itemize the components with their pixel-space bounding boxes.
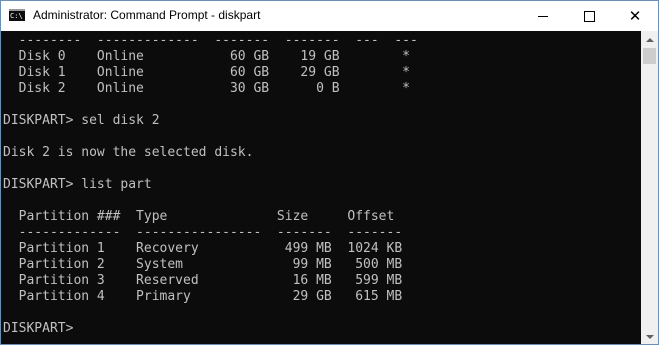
minimize-icon (538, 16, 548, 17)
window-title: Administrator: Command Prompt - diskpart (33, 8, 261, 22)
close-icon: ✕ (628, 6, 642, 25)
chevron-up-icon (645, 37, 654, 42)
vertical-scrollbar[interactable] (641, 31, 658, 344)
console-line: Disk 1 Online 60 GB 29 GB * (3, 65, 410, 80)
console-line: Partition 1 Recovery 499 MB 1024 KB (3, 241, 403, 256)
console-line: Disk 2 is now the selected disk. (3, 145, 254, 160)
command-prompt-icon[interactable]: C:\ (9, 9, 25, 21)
maximize-button[interactable] (566, 1, 612, 31)
command-prompt-window: C:\ Administrator: Command Prompt - disk… (0, 0, 659, 345)
console-line: DISKPART> list part (3, 177, 152, 192)
scroll-down-button[interactable] (641, 328, 658, 344)
console-line: Partition ### Type Size Offset (3, 209, 395, 224)
scroll-thumb[interactable] (643, 48, 656, 64)
console-output[interactable]: -------- ------------- ------- ------- -… (1, 31, 641, 344)
console-line: Partition 2 System 99 MB 500 MB (3, 257, 403, 272)
prompt-line[interactable]: DISKPART> (3, 321, 73, 337)
console-line: Partition 4 Primary 29 GB 615 MB (3, 289, 403, 304)
title-bar[interactable]: C:\ Administrator: Command Prompt - disk… (1, 1, 658, 31)
console-line: -------- ------------- ------- ------- -… (3, 33, 418, 48)
maximize-icon (583, 10, 595, 22)
scroll-up-button[interactable] (641, 31, 658, 48)
close-button[interactable]: ✕ (612, 1, 658, 31)
console-line: DISKPART> sel disk 2 (3, 113, 160, 128)
console-line: ------------- ---------------- ------- -… (3, 225, 403, 240)
chevron-down-icon (645, 334, 654, 339)
console-line: Disk 0 Online 60 GB 19 GB * (3, 49, 410, 64)
minimize-button[interactable] (520, 1, 566, 31)
console-line: Disk 2 Online 30 GB 0 B * (3, 81, 410, 96)
console-line: Partition 3 Reserved 16 MB 599 MB (3, 273, 403, 288)
